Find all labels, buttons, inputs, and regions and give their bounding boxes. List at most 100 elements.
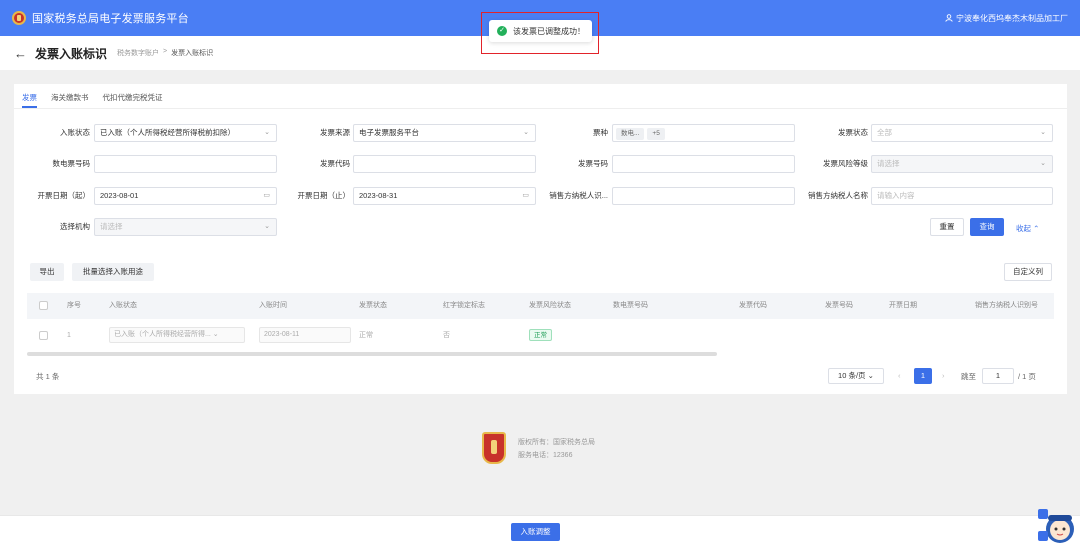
ticket-type-tag[interactable]: 数电... <box>616 128 645 140</box>
breadcrumb-item[interactable]: 税务数字账户 <box>117 48 159 58</box>
page-size-select[interactable]: 10 条/页 ⌄ <box>828 368 884 384</box>
total-count: 共 1 条 <box>36 372 60 381</box>
copyright-text: 版权所有：国家税务总局 <box>518 439 595 446</box>
ticket-type-more-tag: +5 <box>647 128 665 140</box>
tab-invoice[interactable]: 发票 <box>22 88 37 108</box>
date-start-picker[interactable]: 2023-08-01 ▭ <box>94 187 277 205</box>
date-end-label: 开票日期（止） <box>297 191 351 200</box>
cell-invoice-no <box>825 322 889 350</box>
highlight-box <box>481 12 599 54</box>
brand-title: 国家税务总局电子发票服务平台 <box>32 13 189 25</box>
cell-red-lock: 否 <box>443 332 450 339</box>
tab-bar: 发票 海关缴款书 代扣代缴完税凭证 <box>22 88 163 108</box>
seller-name-input[interactable]: 请输入内容 <box>871 187 1053 205</box>
cell-account-status-select[interactable]: 已入账（个人所得税经营所得... ⌄ <box>109 327 245 344</box>
export-button[interactable]: 导出 <box>30 263 64 281</box>
cell-index: 1 <box>67 332 71 339</box>
col-issue-date: 开票日期 <box>889 302 917 309</box>
seller-tax-id-label: 销售方纳税人识... <box>549 191 608 200</box>
page-title: 发票入账标识 <box>35 46 108 61</box>
breadcrumb: 税务数字账户 > 发票入账标识 <box>117 48 213 58</box>
cell-account-time-picker[interactable]: 2023-08-11 <box>259 327 351 344</box>
invoice-no-input[interactable] <box>612 155 795 173</box>
chevron-down-icon: ⌄ <box>523 129 529 136</box>
digital-no-input[interactable] <box>94 155 277 173</box>
service-phone: 服务电话：12366 <box>518 452 573 459</box>
account-status-label: 入账状态 <box>60 128 90 137</box>
col-invoice-no: 发票号码 <box>825 302 853 309</box>
user-menu[interactable]: 宁波奉化西坞奉杰木制品加工厂 <box>945 13 1068 24</box>
chevron-down-icon: ⌄ <box>1040 129 1046 136</box>
account-status-select[interactable]: 已入账（个人所得税经营所得税前扣除） ⌄ <box>94 124 277 142</box>
cell-invoice-status: 正常 <box>359 332 373 339</box>
digital-no-label: 数电票号码 <box>52 159 91 168</box>
invoice-code-label: 发票代码 <box>320 159 350 168</box>
source-label: 发票来源 <box>320 128 350 137</box>
batch-select-button[interactable]: 批量选择入账用途 <box>72 263 154 281</box>
tax-logo-icon <box>12 11 26 25</box>
invoice-no-label: 发票号码 <box>578 159 608 168</box>
total-pages: / 1 页 <box>1018 372 1036 381</box>
cell-seller-tax-id <box>975 322 1054 350</box>
col-red-lock: 红字锁定标志 <box>443 302 485 309</box>
breadcrumb-separator: > <box>163 48 168 55</box>
seller-tax-id-input[interactable] <box>612 187 795 205</box>
invoice-status-select[interactable]: 全部 ⌄ <box>871 124 1053 142</box>
prev-page-icon[interactable]: ‹ <box>898 369 901 385</box>
calendar-icon: ▭ <box>263 192 270 199</box>
col-risk-status: 发票风险状态 <box>529 302 571 309</box>
collapse-link[interactable]: 收起 ⌃ <box>1016 223 1039 234</box>
select-all-checkbox[interactable] <box>39 300 48 310</box>
row-checkbox[interactable] <box>39 330 48 340</box>
jump-page-input[interactable]: 1 <box>982 368 1014 384</box>
chevron-down-icon: ⌄ <box>1040 160 1046 167</box>
ticket-type-select[interactable]: 数电... +5 <box>612 124 795 142</box>
footer: 版权所有：国家税务总局 服务电话：12366 <box>482 432 595 464</box>
risk-level-select[interactable]: 请选择 ⌄ <box>871 155 1053 173</box>
col-digital-no: 数电票号码 <box>613 302 648 309</box>
page-button[interactable]: 1 <box>914 368 932 384</box>
chevron-down-icon: ⌄ <box>264 223 270 230</box>
bottom-action-bar: 入账调整 <box>0 515 1080 545</box>
tab-withholding[interactable]: 代扣代缴完税凭证 <box>103 88 163 108</box>
custom-columns-button[interactable]: 自定义列 <box>1004 263 1052 281</box>
source-select[interactable]: 电子发票服务平台 ⌄ <box>353 124 536 142</box>
col-index: 序号 <box>67 302 81 309</box>
col-invoice-status: 发票状态 <box>359 302 387 309</box>
ticket-type-label: 票种 <box>593 128 608 137</box>
chevron-down-icon: ⌄ <box>264 129 270 136</box>
risk-level-label: 发票风险等级 <box>823 159 868 168</box>
user-icon <box>945 13 953 24</box>
invoice-code-input[interactable] <box>353 155 536 173</box>
table-row: 1 已入账（个人所得税经营所得... ⌄ 2023-08-11 正常 否 正常 <box>27 322 1054 350</box>
adjust-button[interactable]: 入账调整 <box>511 523 560 541</box>
user-name: 宁波奉化西坞奉杰木制品加工厂 <box>956 14 1068 23</box>
tab-customs[interactable]: 海关缴款书 <box>51 88 89 108</box>
col-account-status: 入账状态 <box>109 302 137 309</box>
main-card: 发票 海关缴款书 代扣代缴完税凭证 入账状态 已入账（个人所得税经营所得税前扣除… <box>14 84 1067 394</box>
org-label: 选择机构 <box>60 222 90 231</box>
tax-emblem-icon <box>482 432 506 464</box>
seller-name-label: 销售方纳税人名称 <box>808 191 868 200</box>
back-arrow-icon[interactable]: ← <box>14 46 27 61</box>
query-button[interactable]: 查询 <box>970 218 1004 236</box>
cell-issue-date <box>889 322 975 350</box>
cell-digital-no <box>613 322 739 350</box>
col-invoice-code: 发票代码 <box>739 302 767 309</box>
assistant-mascot-icon[interactable] <box>1038 503 1078 545</box>
reset-button[interactable]: 重置 <box>930 218 964 236</box>
table-header: 序号 入账状态 入账时间 发票状态 红字锁定标志 发票风险状态 数电票号码 发票… <box>27 293 1054 319</box>
next-page-icon[interactable]: › <box>942 369 945 385</box>
date-start-label: 开票日期（起） <box>37 191 91 200</box>
cell-invoice-code <box>739 322 825 350</box>
invoice-status-label: 发票状态 <box>838 128 868 137</box>
col-seller-tax-id: 销售方纳税人识别号 <box>975 302 1038 309</box>
risk-status-badge: 正常 <box>529 329 552 342</box>
calendar-icon: ▭ <box>522 192 529 199</box>
jump-label: 跳至 <box>961 372 976 381</box>
col-account-time: 入账时间 <box>259 302 287 309</box>
breadcrumb-item: 发票入账标识 <box>171 50 214 57</box>
date-end-picker[interactable]: 2023-08-31 ▭ <box>353 187 536 205</box>
horizontal-scrollbar[interactable] <box>27 352 717 356</box>
org-select[interactable]: 请选择 ⌄ <box>94 218 277 236</box>
